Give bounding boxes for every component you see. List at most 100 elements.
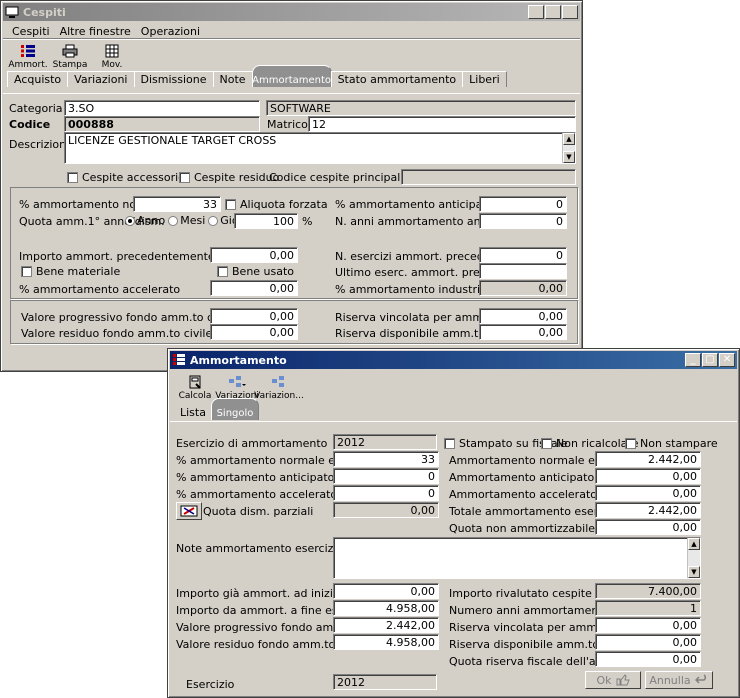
amm-accelerato-input[interactable]: 0,00 — [595, 485, 701, 501]
mov-button[interactable]: Mov. — [93, 42, 131, 70]
tab-ammortamento[interactable]: Ammortamento — [251, 65, 332, 87]
ammortamento-tabs: Lista Singolo — [174, 398, 259, 420]
categoria-label: Categoria — [9, 102, 63, 115]
tab-stato-ammortamento[interactable]: Stato ammortamento — [330, 71, 464, 87]
bene-usato-checkbox[interactable]: Bene usato — [217, 265, 294, 278]
cespite-residuo-checkbox[interactable]: Cespite residuo — [179, 171, 279, 184]
annulla-label: Annulla — [649, 673, 691, 687]
ok-label: Ok — [596, 673, 612, 687]
cespite-accessorio-checkbox[interactable]: Cespite accessorio — [67, 171, 185, 184]
calcola-button[interactable]: Calcola — [176, 373, 214, 401]
importo-riv-value: 7.400,00 — [595, 583, 701, 599]
mov-label: Mov. — [101, 60, 123, 70]
tab-acquisto[interactable]: Acquisto — [7, 71, 69, 87]
importo-prec-input[interactable]: 0,00 — [210, 247, 298, 263]
valore-progr-input[interactable]: 0,00 — [210, 308, 298, 324]
perc-amm-anticipato-label: % ammortamento anticipato — [335, 198, 494, 211]
perc-amm-accelerato-input[interactable]: 0,00 — [210, 280, 298, 296]
scroll-up-icon[interactable]: ▲ — [563, 133, 575, 145]
variazion-button[interactable]: Variazion... — [254, 373, 304, 401]
variazioni-icon — [229, 376, 246, 387]
scroll-down-icon[interactable]: ▼ — [688, 566, 700, 578]
note-scrollbar[interactable]: ▲ ▼ — [687, 538, 700, 578]
variazioni-dropdown-button[interactable]: Variazioni — [215, 373, 259, 401]
perc-amm-anticipato-input[interactable]: 0 — [479, 196, 567, 212]
riserva-disp-input[interactable]: 0,00 — [595, 634, 701, 650]
quota-input[interactable]: 100 — [234, 213, 298, 229]
maximize-button[interactable]: ▢ — [545, 5, 561, 19]
bene-materiale-label: Bene materiale — [36, 265, 121, 278]
riserva-disp-input[interactable]: 0,00 — [479, 324, 567, 340]
tab-dismissione[interactable]: Dismissione — [133, 71, 214, 87]
scroll-up-icon[interactable]: ▲ — [688, 538, 700, 550]
tab-lista[interactable]: Lista — [174, 404, 212, 420]
amm-normale-input[interactable]: 2.442,00 — [595, 451, 701, 467]
quota-riserva-label: Quota riserva fiscale dell'anno — [449, 655, 617, 668]
non-stampare-checkbox[interactable]: Non stampare — [625, 437, 718, 450]
stampa-button[interactable]: Stampa — [51, 42, 89, 70]
non-ricalcolare-checkbox[interactable]: Non ricalcolare — [541, 437, 638, 450]
importo-gia-input[interactable]: 0,00 — [333, 583, 439, 599]
ammort-label: Ammort. — [8, 60, 48, 70]
esercizio-amm-label: Esercizio di ammortamento — [176, 437, 328, 450]
valore-res-input[interactable]: 4.958,00 — [333, 634, 439, 650]
quota-dism-label: Quota dism. parziali — [203, 505, 314, 518]
valore-res-label: Valore residuo fondo amm.to civile — [21, 327, 213, 340]
close-button[interactable]: ✕ — [719, 353, 735, 367]
undo-icon — [694, 674, 706, 684]
non-stampare-label: Non stampare — [640, 437, 718, 450]
ok-button[interactable]: Ok — [585, 671, 641, 689]
descrizione-textarea[interactable]: LICENZE GESTIONALE TARGET CROSS ▲ ▼ — [64, 132, 576, 164]
quota-dism-button[interactable] — [176, 502, 202, 520]
quota-non-amm-input[interactable]: 0,00 — [595, 519, 701, 535]
minimize-button[interactable]: _ — [685, 353, 701, 367]
tab-note[interactable]: Note — [212, 71, 253, 87]
esercizio-amm-value: 2012 — [333, 434, 437, 450]
matricola-input[interactable]: 12 — [308, 116, 576, 132]
radio-mesi-label: Mesi — [180, 214, 206, 227]
radio-anno[interactable]: Anno — [125, 214, 165, 227]
esercizio-label: Esercizio — [186, 678, 235, 691]
grid-icon — [105, 44, 119, 58]
edit-icon — [180, 505, 198, 517]
quota-non-amm-label: Quota non ammortizzabile — [449, 522, 596, 535]
tab-liberi[interactable]: Liberi — [462, 71, 507, 87]
close-button[interactable]: ✕ — [562, 5, 578, 19]
descrizione-scrollbar[interactable]: ▲ ▼ — [562, 133, 575, 163]
valore-progr-input[interactable]: 2.442,00 — [333, 617, 439, 633]
note-label: Note ammortamento esercizio — [176, 542, 344, 555]
n-esercizi-prec-input[interactable]: 0 — [479, 247, 567, 263]
annulla-button[interactable]: Annulla — [645, 671, 713, 689]
valore-res-input[interactable]: 0,00 — [210, 324, 298, 340]
cespiti-titlebar[interactable]: Cespiti _ ▢ ✕ — [3, 3, 580, 21]
perc-anticipato-input[interactable]: 0 — [333, 468, 439, 484]
cespiti-window: Cespiti _ ▢ ✕ Cespiti Altre finestre Ope… — [0, 0, 583, 372]
importo-fine-input[interactable]: 4.958,00 — [333, 600, 439, 616]
tab-singolo[interactable]: Singolo — [210, 398, 259, 420]
numero-anni-label: Numero anni ammortamento — [449, 604, 610, 617]
riserva-vinc-input[interactable]: 0,00 — [479, 308, 567, 324]
amm-anticipato-input[interactable]: 0,00 — [595, 468, 701, 484]
ammort-button[interactable]: Ammort. — [8, 42, 48, 70]
perc-amm-normale-input[interactable]: 33 — [133, 196, 221, 212]
ultimo-eserc-input[interactable] — [479, 263, 567, 279]
note-textarea[interactable]: ▲ ▼ — [333, 537, 701, 579]
descrizione-text: LICENZE GESTIONALE TARGET CROSS — [68, 134, 277, 147]
perc-normale-input[interactable]: 33 — [333, 451, 439, 467]
printer-icon — [62, 44, 78, 58]
minimize-button[interactable]: _ — [528, 5, 544, 19]
codice-cespite-principale-field — [401, 169, 576, 185]
ammortamento-titlebar[interactable]: Ammortamento _ ▢ ✕ — [170, 351, 737, 369]
categoria-input[interactable]: 3.SO — [64, 100, 260, 116]
aliquota-forzata-checkbox[interactable]: Aliquota forzata — [225, 198, 328, 211]
totale-input[interactable]: 2.442,00 — [595, 502, 701, 518]
maximize-button[interactable]: ▢ — [702, 353, 718, 367]
tab-variazioni[interactable]: Variazioni — [67, 71, 135, 87]
perc-accelerato-input[interactable]: 0 — [333, 485, 439, 501]
riserva-vinc-input[interactable]: 0,00 — [595, 617, 701, 633]
radio-mesi[interactable]: Mesi — [168, 214, 205, 227]
bene-materiale-checkbox[interactable]: Bene materiale — [21, 265, 120, 278]
n-anni-amm-anticipato-input[interactable]: 0 — [479, 213, 567, 229]
quota-riserva-input[interactable]: 0,00 — [595, 651, 701, 667]
scroll-down-icon[interactable]: ▼ — [563, 151, 575, 163]
